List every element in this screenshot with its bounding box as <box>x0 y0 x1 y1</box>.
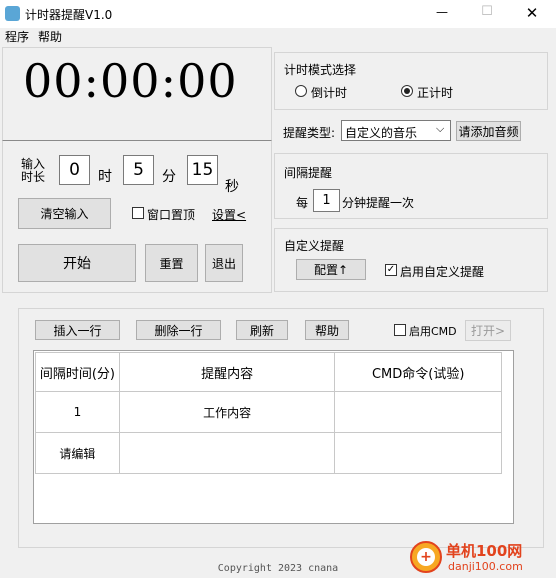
menu-bar: 程序 帮助 <box>0 28 556 46</box>
reminder-type-select[interactable]: 自定义的音乐 ⌵ <box>341 120 451 141</box>
minutes-unit: 分 <box>162 169 176 185</box>
column-header: 间隔时间(分) <box>35 352 120 392</box>
reminder-type-value: 自定义的音乐 <box>345 126 418 140</box>
reminder-type-label: 提醒类型: <box>283 126 336 140</box>
seconds-input[interactable]: 15 <box>187 155 218 185</box>
interval-suffix: 分钟提醒一次 <box>342 196 415 210</box>
table-header-row: 间隔时间(分) 提醒内容 CMD命令(试验) <box>35 352 502 392</box>
table-cell[interactable] <box>118 432 336 474</box>
chevron-down-icon: ⌵ <box>436 122 445 135</box>
start-button[interactable]: 开始 <box>18 244 136 282</box>
table-cell[interactable] <box>334 432 502 474</box>
refresh-button[interactable]: 刷新 <box>236 320 288 340</box>
countdown-label: 倒计时 <box>311 86 348 100</box>
reminder-table[interactable]: 间隔时间(分) 提醒内容 CMD命令(试验) 1 工作内容 请编辑 <box>35 352 502 474</box>
interval-prefix: 每 <box>296 196 309 210</box>
table-cell[interactable]: 请编辑 <box>35 432 120 474</box>
table-row[interactable]: 1 工作内容 <box>35 391 502 433</box>
table-row[interactable]: 请编辑 <box>35 432 502 474</box>
enable-cmd-checkbox[interactable] <box>394 324 406 336</box>
settings-link[interactable]: 设置< <box>212 206 246 223</box>
seconds-unit: 秒 <box>225 179 239 195</box>
enable-cmd-label: 启用CMD <box>409 325 457 338</box>
open-button[interactable]: 打开> <box>465 320 511 341</box>
input-duration-label: 输入 时长 <box>20 157 45 184</box>
minutes-input[interactable]: 5 <box>123 155 154 185</box>
mode-title: 计时模式选择 <box>284 63 357 77</box>
table-cell[interactable]: 1 <box>35 391 120 433</box>
config-button[interactable]: 配置↑ <box>296 259 366 280</box>
countup-radio[interactable] <box>401 85 413 97</box>
countup-label: 正计时 <box>417 86 454 100</box>
app-icon <box>5 6 20 21</box>
table-cell[interactable] <box>334 391 502 433</box>
timer-display: 00:00:00 <box>23 54 238 108</box>
insert-row-button[interactable]: 插入一行 <box>35 320 120 340</box>
menu-item-program[interactable]: 程序 <box>5 28 29 45</box>
timer-panel: 00:00:00 <box>2 47 272 141</box>
clear-input-button[interactable]: 清空输入 <box>18 198 111 229</box>
hours-input[interactable]: 0 <box>59 155 90 185</box>
delete-row-button[interactable]: 删除一行 <box>136 320 221 340</box>
window-on-top-checkbox[interactable] <box>132 207 144 219</box>
watermark: + 单机100网 danji100.com <box>410 538 556 578</box>
custom-panel: 自定义提醒 配置↑ ✓ 启用自定义提醒 <box>274 228 548 292</box>
mode-panel: 计时模式选择 倒计时 正计时 <box>274 52 548 110</box>
enable-custom-label: 启用自定义提醒 <box>400 265 485 279</box>
menu-item-help[interactable]: 帮助 <box>38 28 62 45</box>
interval-title: 间隔提醒 <box>284 166 333 180</box>
column-header: CMD命令(试验) <box>334 352 502 392</box>
help-button[interactable]: 帮助 <box>305 320 349 340</box>
countdown-radio[interactable] <box>295 85 307 97</box>
table-cell[interactable]: 工作内容 <box>118 391 336 433</box>
interval-input[interactable]: 1 <box>313 189 340 212</box>
maximize-icon[interactable]: ☐ <box>477 4 497 19</box>
title-bar: 计时器提醒V1.0 — ☐ ✕ <box>0 0 556 28</box>
hours-unit: 时 <box>98 169 112 185</box>
close-icon[interactable]: ✕ <box>521 4 543 22</box>
enable-custom-checkbox[interactable]: ✓ <box>385 264 397 276</box>
reset-button[interactable]: 重置 <box>145 244 198 282</box>
column-header: 提醒内容 <box>118 352 336 392</box>
add-audio-button[interactable]: 请添加音频 <box>456 121 521 141</box>
custom-title: 自定义提醒 <box>284 239 345 253</box>
watermark-logo-icon: + <box>410 541 442 573</box>
interval-panel: 间隔提醒 每 1 分钟提醒一次 <box>274 153 548 219</box>
exit-button[interactable]: 退出 <box>205 244 243 282</box>
watermark-url: danji100.com <box>448 560 523 573</box>
window-title: 计时器提醒V1.0 <box>25 8 113 22</box>
watermark-name: 单机100网 <box>446 542 523 560</box>
window-on-top-label: 窗口置顶 <box>147 208 196 222</box>
minimize-icon[interactable]: — <box>432 5 452 19</box>
